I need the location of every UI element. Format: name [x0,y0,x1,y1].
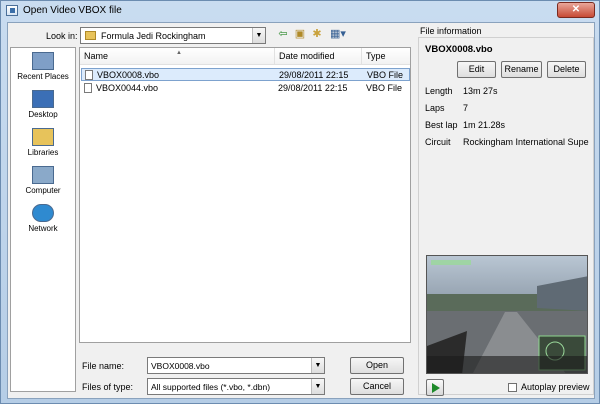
place-label: Network [28,224,58,233]
place-label: Recent Places [17,72,69,81]
place-recent-places[interactable]: Recent Places [11,52,75,81]
file-type: VBO File [366,83,403,93]
file-name-value: VBOX0008.vbo [151,361,210,371]
title-bar[interactable]: Open Video VBOX file ✕ [1,1,599,21]
place-computer[interactable]: Computer [11,166,75,195]
column-label: Name [84,51,109,61]
file-type-label: Files of type: [82,382,134,392]
file-icon [85,70,93,80]
cancel-button[interactable]: Cancel [350,378,404,395]
back-arrow-icon[interactable]: ⇦ [276,28,290,41]
look-in-value: Formula Jedi Rockingham [101,31,206,41]
file-type: VBO File [367,70,404,80]
place-desktop[interactable]: Desktop [11,90,75,119]
network-icon [32,204,54,222]
info-key-laps: Laps [425,103,445,113]
new-folder-icon[interactable]: ✱ [310,28,324,41]
file-name-label: File name: [82,361,125,371]
file-row[interactable]: VBOX0008.vbo 29/08/2011 22:15 VBO File [81,68,410,81]
info-file-name: VBOX0008.vbo [425,44,493,55]
video-preview [426,255,588,374]
dialog-client: Look in: Formula Jedi Rockingham ▼ ⇦ ▣ ✱… [7,22,595,399]
edit-button[interactable]: Edit [457,61,496,78]
info-key-best-lap: Best lap [425,120,458,130]
file-icon [84,83,92,93]
desktop-icon [32,90,54,108]
file-info-box: VBOX0008.vbo Edit Rename Delete Length 1… [418,37,594,396]
play-button[interactable] [426,379,444,396]
track-video-frame [427,256,587,373]
place-label: Computer [25,186,61,195]
chevron-down-icon[interactable]: ▼ [311,379,324,394]
file-type-value: All supported files (*.vbo, *.dbn) [151,382,271,392]
file-info-header: File information [420,26,482,36]
place-label: Libraries [27,148,59,157]
app-icon [6,5,18,16]
file-type-select[interactable]: All supported files (*.vbo, *.dbn) ▼ [147,378,325,395]
recent-places-icon [32,52,54,70]
file-info-panel: File information VBOX0008.vbo Edit Renam… [418,25,594,397]
info-value-best-lap: 1m 21.28s [463,120,506,130]
sort-arrow-icon: ▲ [176,50,182,56]
up-folder-icon[interactable]: ▣ [293,28,307,41]
autoplay-checkbox[interactable] [508,383,517,392]
file-name: VBOX0008.vbo [97,70,160,80]
info-value-laps: 7 [463,103,469,113]
info-key-circuit: Circuit [425,137,451,147]
place-network[interactable]: Network [11,204,75,233]
chevron-down-icon[interactable]: ▼ [252,28,265,43]
file-date: 29/08/2011 22:15 [279,70,349,80]
file-row[interactable]: VBOX0044.vbo 29/08/2011 22:15 VBO File [81,82,410,95]
column-header-name[interactable]: Name ▲ [80,48,275,65]
info-value-length: 13m 27s [463,86,498,96]
places-bar: Recent Places Desktop Libraries Computer… [10,47,76,392]
delete-button[interactable]: Delete [547,61,586,78]
file-name: VBOX0044.vbo [96,83,159,93]
libraries-icon [32,128,54,146]
open-dialog-window: Open Video VBOX file ✕ Look in: Formula … [0,0,600,404]
folder-icon [85,31,96,40]
place-libraries[interactable]: Libraries [11,128,75,157]
column-header-date[interactable]: Date modified [275,48,362,65]
rename-button[interactable]: Rename [501,61,542,78]
file-name-input[interactable]: VBOX0008.vbo ▼ [147,357,325,374]
look-in-dropdown[interactable]: Formula Jedi Rockingham ▼ [80,27,266,44]
column-header-type[interactable]: Type [362,48,410,65]
close-button[interactable]: ✕ [557,2,595,18]
place-label: Desktop [28,110,58,119]
file-list[interactable]: Name ▲ Date modified Type VBOX0008.vbo 2… [79,47,411,343]
info-key-length: Length [425,86,453,96]
window-title: Open Video VBOX file [23,5,122,16]
info-value-circuit: Rockingham International Supe [463,137,589,147]
computer-icon [32,166,54,184]
play-icon [432,383,440,393]
open-button[interactable]: Open [350,357,404,374]
chevron-down-icon[interactable]: ▼ [311,358,324,373]
autoplay-label: Autoplay preview [521,382,590,392]
file-date: 29/08/2011 22:15 [278,83,348,93]
look-in-label: Look in: [46,31,78,41]
view-menu-icon[interactable]: ▦▾ [328,28,348,41]
